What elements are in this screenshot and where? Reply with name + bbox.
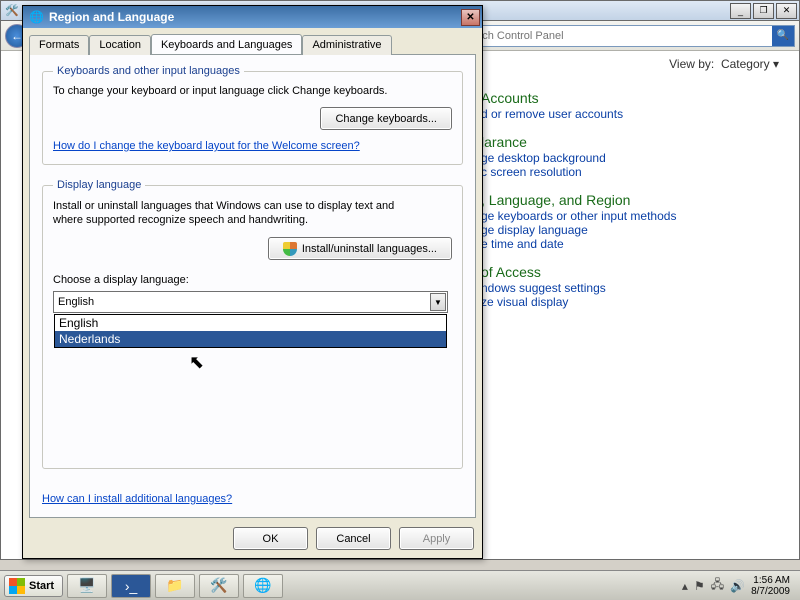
start-label: Start xyxy=(29,580,54,592)
tray-chevron-icon[interactable]: ▴ xyxy=(682,579,688,593)
system-tray: ▴ ⚑ 🖧 🔊 1:56 AM 8/7/2009 xyxy=(682,575,796,597)
keyboards-text: To change your keyboard or input languag… xyxy=(53,85,452,97)
tab-formats[interactable]: Formats xyxy=(29,35,89,55)
keyboards-legend: Keyboards and other input languages xyxy=(53,65,244,77)
category-link[interactable]: ndows suggest settings xyxy=(481,281,779,295)
choose-language-label: Choose a display language: xyxy=(53,274,452,286)
apply-button[interactable]: Apply xyxy=(399,527,474,550)
tab-location[interactable]: Location xyxy=(89,35,151,55)
category-link[interactable]: ze visual display xyxy=(481,295,779,309)
cancel-button[interactable]: Cancel xyxy=(316,527,391,550)
language-combobox[interactable]: English ▼ English Nederlands xyxy=(53,291,448,313)
view-by: View by: Category ▾ xyxy=(669,57,779,71)
region-language-dialog: 🌐 Region and Language ✕ Formats Location… xyxy=(22,5,483,559)
tab-strip: Formats Location Keyboards and Languages… xyxy=(29,34,476,54)
dialog-buttons: OK Cancel Apply xyxy=(233,527,474,550)
cp-icon: 🛠️ xyxy=(5,4,19,17)
clock-date: 8/7/2009 xyxy=(751,586,790,597)
clock-time: 1:56 AM xyxy=(751,575,790,586)
task-server-manager[interactable]: 🖥️ xyxy=(67,574,107,598)
category-link[interactable]: e time and date xyxy=(481,237,779,251)
category-link[interactable]: ge display language xyxy=(481,223,779,237)
category-link[interactable]: ge desktop background xyxy=(481,151,779,165)
display-language-text: Install or uninstall languages that Wind… xyxy=(53,199,413,227)
tray-volume-icon[interactable]: 🔊 xyxy=(730,579,745,593)
category-title: larance xyxy=(481,135,779,149)
minimize-button[interactable]: _ xyxy=(730,3,751,19)
taskbar: Start 🖥️ ›_ 📁 🛠️ 🌐 ▴ ⚑ 🖧 🔊 1:56 AM 8/7/2… xyxy=(0,570,800,600)
close-button[interactable]: ✕ xyxy=(776,3,797,19)
keyboard-help-link[interactable]: How do I change the keyboard layout for … xyxy=(53,140,360,152)
language-selected: English xyxy=(58,296,94,308)
clock[interactable]: 1:56 AM 8/7/2009 xyxy=(751,575,790,597)
globe-icon: 🌐 xyxy=(29,10,44,24)
ok-button[interactable]: OK xyxy=(233,527,308,550)
dialog-close-button[interactable]: ✕ xyxy=(461,9,480,26)
category-link[interactable]: c screen resolution xyxy=(481,165,779,179)
task-control-panel[interactable]: 🛠️ xyxy=(199,574,239,598)
category-link[interactable]: d or remove user accounts xyxy=(481,107,779,121)
language-option-nederlands[interactable]: Nederlands xyxy=(55,331,446,347)
cp-categories: Accounts d or remove user accounts laran… xyxy=(481,91,779,323)
change-keyboards-button[interactable]: Change keyboards... xyxy=(320,107,452,130)
search-icon[interactable]: 🔍 xyxy=(772,26,794,46)
shield-icon xyxy=(283,242,297,256)
category-title: , Language, and Region xyxy=(481,193,779,207)
tab-keyboards-languages[interactable]: Keyboards and Languages xyxy=(151,34,303,54)
install-languages-button[interactable]: Install/uninstall languages... xyxy=(268,237,452,260)
language-option-english[interactable]: English xyxy=(55,315,446,331)
keyboards-group: Keyboards and other input languages To c… xyxy=(42,65,463,165)
display-language-legend: Display language xyxy=(53,179,145,191)
view-by-value[interactable]: Category xyxy=(721,57,770,71)
tray-flag-icon[interactable]: ⚑ xyxy=(694,579,705,593)
additional-languages-link[interactable]: How can I install additional languages? xyxy=(42,493,232,505)
dialog-title-text: Region and Language xyxy=(49,10,174,24)
search-input[interactable] xyxy=(453,30,772,42)
start-button[interactable]: Start xyxy=(4,575,63,597)
maximize-button[interactable]: ❐ xyxy=(753,3,774,19)
task-region-language[interactable]: 🌐 xyxy=(243,574,283,598)
dialog-titlebar[interactable]: 🌐 Region and Language ✕ xyxy=(23,6,482,28)
tab-administrative[interactable]: Administrative xyxy=(302,35,391,55)
chevron-down-icon[interactable]: ▼ xyxy=(430,293,446,311)
category-title: of Access xyxy=(481,265,779,279)
search-box[interactable]: 🔍 xyxy=(452,25,795,47)
category-link[interactable]: ge keyboards or other input methods xyxy=(481,209,779,223)
task-explorer[interactable]: 📁 xyxy=(155,574,195,598)
windows-logo-icon xyxy=(9,578,25,594)
tab-panel: Keyboards and other input languages To c… xyxy=(29,54,476,518)
display-language-group: Display language Install or uninstall la… xyxy=(42,179,463,469)
tray-network-icon[interactable]: 🖧 xyxy=(711,575,724,596)
language-dropdown-list: English Nederlands xyxy=(54,314,447,348)
category-title: Accounts xyxy=(481,91,779,105)
view-by-label: View by: xyxy=(669,57,714,71)
task-powershell[interactable]: ›_ xyxy=(111,574,151,598)
